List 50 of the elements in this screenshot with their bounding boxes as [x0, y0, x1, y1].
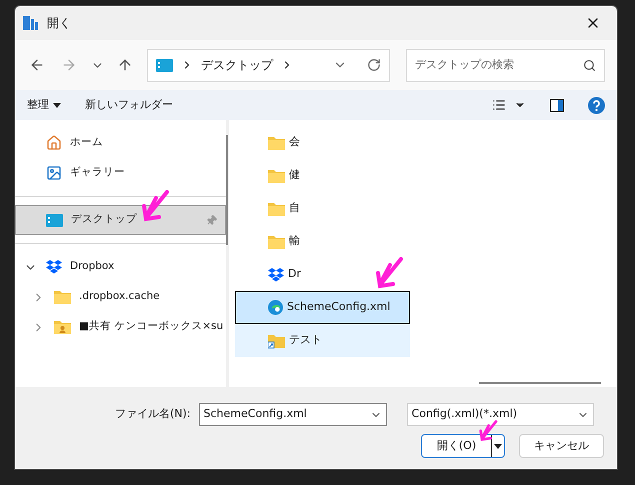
- open-button[interactable]: 開く(O): [421, 434, 505, 458]
- help-icon[interactable]: [588, 96, 605, 114]
- annotation-arrow: [140, 190, 170, 224]
- desktop-icon: [46, 214, 63, 226]
- caret-icon: [53, 102, 61, 108]
- sidebar-item[interactable]: ■共有 ケンコーボックス×su: [15, 312, 226, 342]
- annotation-arrow: [478, 420, 498, 443]
- shared-folder-icon: [54, 320, 71, 334]
- folder-icon: [54, 290, 71, 304]
- folder-icon: [268, 168, 285, 182]
- browser-icon: [268, 300, 283, 315]
- view-list-icon[interactable]: [492, 98, 506, 112]
- dropbox-icon: [46, 260, 62, 274]
- scrollbar[interactable]: [479, 382, 601, 384]
- file-name-field[interactable]: SchemeConfig.xml: [198, 403, 387, 426]
- refresh-icon[interactable]: [367, 58, 381, 72]
- folder-icon: [268, 234, 285, 248]
- sidebar-item[interactable]: ギャラリー: [15, 158, 226, 188]
- search-field[interactable]: デスクトップの検索: [406, 48, 605, 82]
- address-bar[interactable]: デスクトップ: [147, 48, 390, 82]
- folder-icon: [268, 136, 285, 150]
- home-icon: [46, 135, 62, 151]
- search-icon: [583, 58, 596, 72]
- picture-icon: [46, 165, 62, 181]
- annotation-arrow: [374, 257, 404, 291]
- caret-icon: [494, 444, 502, 448]
- arrow-up-icon: [117, 57, 133, 73]
- app-logo-icon: [23, 16, 39, 30]
- sidebar-item[interactable]: デスクトップ: [15, 205, 226, 235]
- preview-pane-icon[interactable]: [550, 98, 564, 112]
- scrollbar[interactable]: [226, 135, 228, 245]
- new-folder-button[interactable]: 新しいフォルダー: [85, 96, 173, 114]
- sidebar-item[interactable]: Dropbox: [15, 252, 226, 282]
- sidebar-item[interactable]: .dropbox.cache: [15, 282, 226, 312]
- window-title: 開く: [47, 15, 72, 32]
- organize-button[interactable]: 整理: [27, 96, 61, 114]
- file-type-dropdown[interactable]: Config(.xml)(*.xml): [406, 403, 594, 426]
- arrow-right-icon: [61, 57, 77, 73]
- file-item[interactable]: テスト: [235, 324, 410, 357]
- sidebar-item[interactable]: ホーム: [15, 128, 226, 158]
- file-item[interactable]: SchemeConfig.xml: [235, 291, 410, 324]
- desktop-icon: [156, 58, 173, 72]
- file-name-label: ファイル名(N):: [115, 406, 191, 422]
- search-input[interactable]: デスクトップの検索: [415, 56, 583, 74]
- dropbox-icon: [268, 268, 284, 282]
- shortcut-folder-icon: [268, 332, 285, 348]
- breadcrumb-item[interactable]: デスクトップ: [201, 56, 273, 74]
- file-name-input[interactable]: SchemeConfig.xml: [204, 406, 370, 423]
- cancel-button[interactable]: キャンセル: [519, 434, 604, 458]
- folder-icon: [268, 202, 285, 216]
